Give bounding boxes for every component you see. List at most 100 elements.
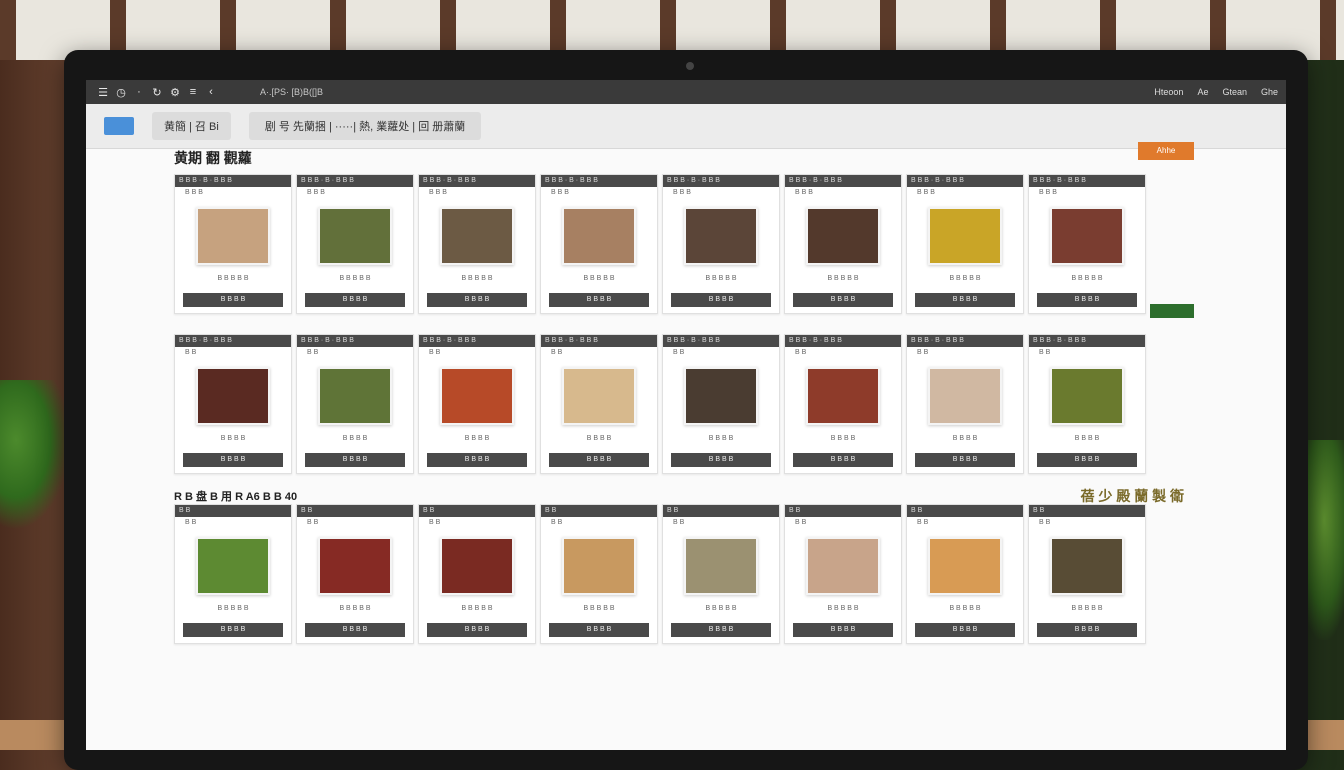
card-price-bar[interactable]: B B B B [549, 453, 649, 467]
card-price-bar[interactable]: B B B B [671, 293, 771, 307]
product-swatch [196, 367, 270, 425]
topbar-item[interactable]: Ghe [1261, 87, 1278, 97]
card-caption: B B B B B [461, 275, 493, 282]
card-subtitle: B B [673, 349, 685, 356]
product-card[interactable]: B B B · B · B B B B B B B B B B B B B B B [784, 174, 902, 314]
card-caption: B B B B B [827, 275, 859, 282]
card-header: B B B · B · B B B [663, 175, 779, 187]
product-card[interactable]: B B B B B B B B B B B B B [296, 504, 414, 644]
card-price-bar[interactable]: B B B B [1037, 453, 1137, 467]
product-swatch [684, 207, 758, 265]
card-price-bar[interactable]: B B B B [305, 293, 405, 307]
card-subtitle: B B B [795, 189, 813, 196]
card-price-bar[interactable]: B B B B [1037, 623, 1137, 637]
product-card[interactable]: B B B · B · B B B B B B B B B B B B B [906, 334, 1024, 474]
toolbar-group-2[interactable]: 剧 号 先蘭捆 | ·····| 熱, 業蘿处 | 回 册蕭蘭 [248, 112, 482, 140]
product-card[interactable]: B B B B B B B B B B B B B [906, 504, 1024, 644]
chevron-icon[interactable]: ‹ [202, 86, 220, 98]
product-card[interactable]: B B B · B · B B B B B B B B B B B B B [540, 334, 658, 474]
card-price-bar[interactable]: B B B B [549, 293, 649, 307]
card-price-bar[interactable]: B B B B [1037, 293, 1137, 307]
topbar-item[interactable]: Gtean [1222, 87, 1247, 97]
product-card[interactable]: B B B · B · B B B B B B B B B B B B B [296, 334, 414, 474]
card-price-bar[interactable]: B B B B [915, 623, 1015, 637]
product-card[interactable]: B B B B B B B B B B B B B [174, 504, 292, 644]
card-subtitle: B B B [551, 189, 569, 196]
card-price-bar[interactable]: B B B B [549, 623, 649, 637]
card-price-bar[interactable]: B B B B [305, 453, 405, 467]
card-subtitle: B B [185, 349, 197, 356]
product-card[interactable]: B B B · B · B B B B B B B B B B B B B [174, 334, 292, 474]
product-card[interactable]: B B B · B · B B B B B B B B B B B B B B B [540, 174, 658, 314]
product-card[interactable]: B B B B B B B B B B B B B [540, 504, 658, 644]
product-row: B B B · B · B B BB BB B B BB B B BB B B … [174, 334, 1204, 474]
card-header: B B B · B · B B B [297, 335, 413, 347]
card-price-bar[interactable]: B B B B [915, 453, 1015, 467]
card-caption: B B B B B [949, 605, 981, 612]
card-header: B B B · B · B B B [175, 335, 291, 347]
clock-icon[interactable]: ◷ [112, 86, 130, 99]
refresh-icon[interactable]: ↻ [148, 86, 166, 99]
product-card[interactable]: B B B · B · B B B B B B B B B B B B B B B [906, 174, 1024, 314]
topbar-item[interactable]: Ae [1197, 87, 1208, 97]
product-swatch [928, 367, 1002, 425]
card-header: B B B · B · B B B [297, 175, 413, 187]
product-swatch [196, 207, 270, 265]
card-subtitle: B B [429, 519, 441, 526]
product-card[interactable]: B B B B B B B B B B B B B [1028, 504, 1146, 644]
topbar-item[interactable]: Hteoon [1154, 87, 1183, 97]
product-card[interactable]: B B B · B · B B B B B B B B B B B B B [418, 334, 536, 474]
product-swatch [928, 207, 1002, 265]
product-rows: B B B · B · B B BB B BB B B B BB B B BB … [174, 174, 1204, 644]
list-icon[interactable]: ≡ [184, 86, 202, 98]
card-caption: B B B B B [949, 275, 981, 282]
card-price-bar[interactable]: B B B B [427, 623, 527, 637]
product-card[interactable]: B B B · B · B B B B B B B B B B B B B [784, 334, 902, 474]
card-price-bar[interactable]: B B B B [793, 293, 893, 307]
card-price-bar[interactable]: B B B B [183, 453, 283, 467]
plant-left [0, 380, 70, 530]
section-title: R B 盘 B 用 R A6 B B 40 [174, 491, 298, 503]
card-subtitle: B B B [673, 189, 691, 196]
menu-icon[interactable]: ☰ [94, 86, 112, 99]
card-price-bar[interactable]: B B B B [915, 293, 1015, 307]
card-subtitle: B B [551, 519, 563, 526]
card-price-bar[interactable]: B B B B [305, 623, 405, 637]
green-action-button[interactable] [1150, 304, 1194, 318]
topbar-label: A·.[PS· [B)B([]B [260, 87, 324, 97]
card-header: B B B · B · B B B [541, 175, 657, 187]
card-price-bar[interactable]: B B B B [671, 623, 771, 637]
card-caption: B B B B [830, 435, 856, 442]
product-card[interactable]: B B B · B · B B B B B B B B B B B B B B B [662, 174, 780, 314]
product-card[interactable]: B B B · B · B B B B B B B B B B B B B B B [296, 174, 414, 314]
action-button[interactable]: Ahhe [1138, 142, 1194, 160]
product-card[interactable]: B B B · B · B B B B B B B B B B B B B [662, 334, 780, 474]
product-card[interactable]: B B B · B · B B B B B B B B B B B B B [1028, 334, 1146, 474]
product-swatch [318, 367, 392, 425]
card-header: B B B · B · B B B [541, 335, 657, 347]
webcam [686, 62, 694, 70]
product-swatch [562, 207, 636, 265]
product-card[interactable]: B B B B B B B B B B B B B [418, 504, 536, 644]
product-card[interactable]: B B B · B · B B B B B B B B B B B B B B B [418, 174, 536, 314]
product-swatch [440, 367, 514, 425]
product-row: R B 盘 B 用 R A6 B B 40 蓓 少 殿 蘭 製 衛B BB BB … [174, 488, 1204, 644]
card-price-bar[interactable]: B B B B [793, 453, 893, 467]
card-price-bar[interactable]: B B B B [671, 453, 771, 467]
settings-icon[interactable]: ⚙ [166, 86, 184, 99]
product-card[interactable]: B B B · B · B B B B B B B B B B B B B B B [174, 174, 292, 314]
product-card[interactable]: B B B B B B B B B B B B B [784, 504, 902, 644]
card-price-bar[interactable]: B B B B [183, 293, 283, 307]
blue-tool-button[interactable] [104, 117, 134, 135]
product-card[interactable]: B B B B B B B B B B B B B [662, 504, 780, 644]
product-card[interactable]: B B B · B · B B B B B B B B B B B B B B B [1028, 174, 1146, 314]
card-price-bar[interactable]: B B B B [427, 293, 527, 307]
card-price-bar[interactable]: B B B B [183, 623, 283, 637]
card-price-bar[interactable]: B B B B [427, 453, 527, 467]
dot-icon[interactable]: · [130, 86, 148, 98]
product-swatch [684, 537, 758, 595]
card-header: B B B · B · B B B [785, 175, 901, 187]
toolbar-group-1[interactable]: 黄簡 | 召 Bi [152, 112, 231, 140]
card-price-bar[interactable]: B B B B [793, 623, 893, 637]
card-subtitle: B B [307, 519, 319, 526]
